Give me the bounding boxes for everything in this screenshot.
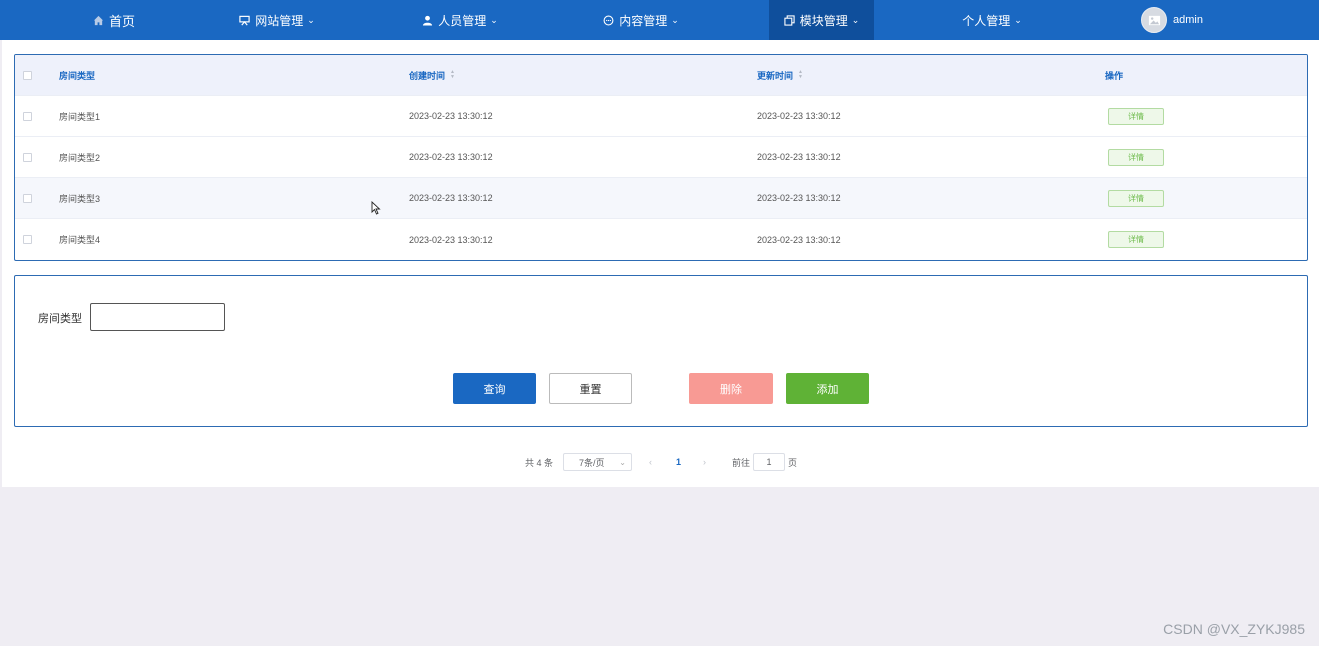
- cell-updated: 2023-02-23 13:30:12: [757, 193, 841, 203]
- table-header: 房间类型 创建时间 ▲ ▼ 更新时间 ▲ ▼ 操作: [15, 55, 1307, 96]
- column-header-action: 操作: [1105, 70, 1124, 81]
- cell-room-type: 房间类型3: [59, 193, 101, 204]
- column-header-created[interactable]: 创建时间 ▲ ▼: [409, 55, 455, 95]
- nav-label-module: 模块管理: [799, 13, 848, 28]
- cell-updated: 2023-02-23 13:30:12: [757, 152, 841, 162]
- prev-page-icon[interactable]: ‹: [649, 453, 652, 471]
- reset-button[interactable]: 重置: [549, 373, 632, 404]
- user-name: admin: [1173, 14, 1203, 26]
- column-header-updated[interactable]: 更新时间 ▲ ▼: [757, 55, 803, 95]
- cell-created: 2023-02-23 13:30:12: [409, 193, 493, 203]
- add-button[interactable]: 添加: [786, 373, 869, 404]
- nav-item-website[interactable]: 网站管理 ⌄: [225, 0, 329, 40]
- copy-icon: [784, 14, 795, 26]
- cell-updated: 2023-02-23 13:30:12: [757, 111, 841, 121]
- chevron-down-icon: ⌄: [1014, 14, 1022, 25]
- chevron-down-icon: ⌄: [619, 457, 626, 467]
- avatar: [1141, 7, 1168, 33]
- row-checkbox[interactable]: [23, 96, 32, 136]
- user-icon: [422, 15, 433, 26]
- nav-item-content[interactable]: 内容管理 ⌄: [589, 0, 693, 40]
- chevron-down-icon: ⌄: [490, 14, 498, 25]
- page-number-current[interactable]: 1: [676, 453, 681, 471]
- nav-label-content: 内容管理: [619, 13, 668, 28]
- nav-item-home[interactable]: 首页: [62, 0, 166, 40]
- chevron-down-icon: ⌄: [307, 14, 315, 25]
- search-form: 房间类型 查询 重置 删除 添加: [14, 275, 1308, 427]
- sort-icon[interactable]: ▲ ▼: [450, 70, 455, 80]
- sort-icon[interactable]: ▲ ▼: [798, 70, 803, 80]
- cell-created: 2023-02-23 13:30:12: [409, 234, 493, 245]
- chevron-down-icon: ⌄: [851, 14, 860, 25]
- cell-created: 2023-02-23 13:30:12: [409, 111, 493, 121]
- chat-icon: [603, 15, 614, 26]
- detail-button[interactable]: 详情: [1108, 189, 1164, 207]
- mouse-cursor-icon: [371, 201, 381, 215]
- nav-label-home: 首页: [108, 13, 135, 29]
- pagination-total: 共 4 条: [525, 457, 554, 468]
- detail-button[interactable]: 详情: [1108, 148, 1164, 166]
- select-all-checkbox[interactable]: [23, 55, 32, 95]
- home-icon: [93, 15, 104, 26]
- goto-page-input[interactable]: 1: [753, 453, 785, 471]
- cell-created: 2023-02-23 13:30:12: [409, 152, 493, 162]
- detail-button[interactable]: 详情: [1108, 107, 1164, 125]
- image-icon: [1148, 15, 1160, 25]
- column-header-room-type: 房间类型: [59, 70, 96, 81]
- table-row: 房间类型4 2023-02-23 13:30:12 2023-02-23 13:…: [15, 219, 1307, 260]
- user-menu[interactable]: admin: [1132, 0, 1212, 40]
- next-page-icon[interactable]: ›: [703, 453, 706, 471]
- nav-item-personal[interactable]: 个人管理 ⌄: [940, 0, 1044, 40]
- data-table: 房间类型 创建时间 ▲ ▼ 更新时间 ▲ ▼ 操作 房间类型1 2023-02-23 1…: [14, 54, 1308, 261]
- nav-label-website: 网站管理: [255, 13, 304, 28]
- detail-button[interactable]: 详情: [1108, 231, 1164, 248]
- row-checkbox[interactable]: [23, 137, 32, 177]
- watermark: CSDN @VX_ZYKJ985: [1163, 621, 1305, 637]
- nav-item-module[interactable]: 模块管理 ⌄: [769, 0, 874, 40]
- row-checkbox[interactable]: [23, 219, 32, 260]
- monitor-icon: [239, 15, 250, 26]
- cell-room-type: 房间类型1: [59, 111, 101, 122]
- nav-item-staff[interactable]: 人员管理 ⌄: [408, 0, 512, 40]
- chevron-down-icon: ⌄: [671, 14, 679, 25]
- cell-updated: 2023-02-23 13:30:12: [757, 234, 841, 245]
- query-button[interactable]: 查询: [453, 373, 536, 404]
- room-type-input[interactable]: [90, 303, 225, 331]
- row-checkbox[interactable]: [23, 178, 32, 218]
- table-row: 房间类型3 2023-02-23 13:30:12 2023-02-23 13:…: [15, 178, 1307, 219]
- cell-room-type: 房间类型2: [59, 152, 101, 163]
- room-type-label: 房间类型: [38, 313, 82, 325]
- table-row: 房间类型2 2023-02-23 13:30:12 2023-02-23 13:…: [15, 137, 1307, 178]
- table-row: 房间类型1 2023-02-23 13:30:12 2023-02-23 13:…: [15, 96, 1307, 137]
- page-suffix-label: 页: [788, 457, 798, 468]
- goto-label: 前往: [732, 457, 751, 468]
- top-nav: 首页 网站管理 ⌄ 人员管理 ⌄ 内容管理 ⌄ 模块管理 ⌄ 个人管理 ⌄ ad…: [0, 0, 1319, 40]
- delete-button[interactable]: 删除: [689, 373, 773, 404]
- page-size-select[interactable]: 7条/页 ⌄: [563, 453, 632, 471]
- page-size-value: 7条/页: [579, 457, 605, 468]
- nav-label-staff: 人员管理: [438, 13, 487, 28]
- cell-room-type: 房间类型4: [59, 235, 101, 245]
- nav-label-personal: 个人管理: [962, 13, 1011, 28]
